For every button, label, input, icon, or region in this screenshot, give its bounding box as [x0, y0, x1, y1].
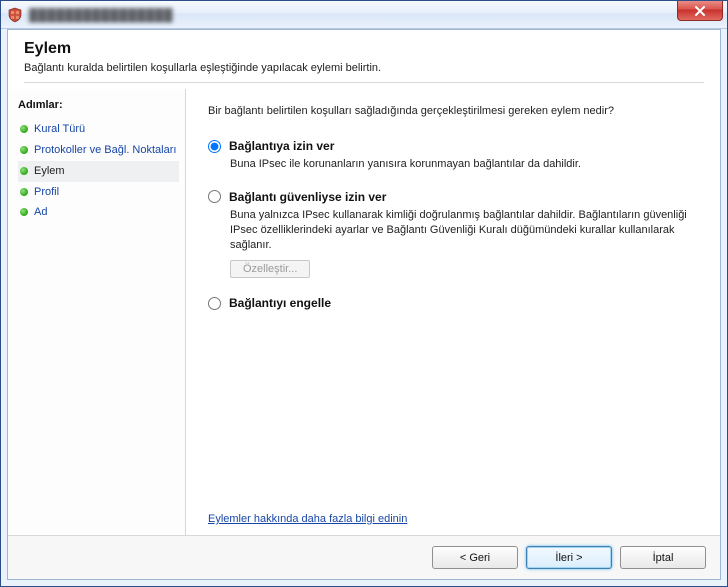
step-protocols-ports[interactable]: Protokoller ve Bağl. Noktaları — [18, 140, 179, 161]
step-name[interactable]: Ad — [18, 202, 179, 223]
steps-sidebar: Adımlar: Kural Türü Protokoller ve Bağl.… — [8, 89, 186, 535]
option-allow-row[interactable]: Bağlantıya izin ver — [208, 139, 698, 153]
step-action: Eylem — [18, 161, 179, 182]
option-block: Bağlantıyı engelle — [208, 296, 698, 310]
main-panel: Bir bağlantı belirtilen koşulları sağlad… — [186, 89, 720, 535]
learn-more-link[interactable]: Eylemler hakkında daha fazla bilgi edini… — [208, 493, 698, 525]
steps-heading: Adımlar: — [18, 99, 179, 111]
step-bullet-icon — [20, 125, 28, 133]
step-bullet-icon — [20, 208, 28, 216]
step-bullet-icon — [20, 188, 28, 196]
radio-allow[interactable] — [208, 140, 221, 153]
app-icon — [7, 7, 23, 23]
question-text: Bir bağlantı belirtilen koşulları sağlad… — [208, 105, 698, 117]
close-button[interactable] — [677, 1, 723, 21]
radio-block[interactable] — [208, 297, 221, 310]
titlebar: ████████████████ — [1, 1, 727, 29]
step-label: Kural Türü — [34, 122, 85, 137]
step-bullet-icon — [20, 167, 28, 175]
page-title: Eylem — [24, 40, 704, 58]
option-allow-title: Bağlantıya izin ver — [229, 139, 334, 153]
wizard-header: Eylem Bağlantı kuralda belirtilen koşull… — [8, 30, 720, 89]
wizard-footer: < Geri İleri > İptal — [8, 535, 720, 579]
option-allow-secure: Bağlantı güvenliyse izin ver Buna yalnız… — [208, 190, 698, 279]
option-block-title: Bağlantıyı engelle — [229, 296, 331, 310]
step-label: Protokoller ve Bağl. Noktaları — [34, 143, 176, 158]
step-profile[interactable]: Profil — [18, 182, 179, 203]
option-allow-secure-row[interactable]: Bağlantı güvenliyse izin ver — [208, 190, 698, 204]
step-label: Ad — [34, 205, 47, 220]
customize-button: Özelleştir... — [230, 260, 310, 278]
option-allow: Bağlantıya izin ver Buna IPsec ile korun… — [208, 139, 698, 172]
close-icon — [694, 6, 706, 16]
option-allow-secure-desc: Buna yalnızca IPsec kullanarak kimliği d… — [230, 208, 698, 253]
step-rule-type[interactable]: Kural Türü — [18, 119, 179, 140]
window-content: Eylem Bağlantı kuralda belirtilen koşull… — [7, 29, 721, 580]
wizard-body: Adımlar: Kural Türü Protokoller ve Bağl.… — [8, 89, 720, 535]
next-button[interactable]: İleri > — [526, 546, 612, 569]
step-bullet-icon — [20, 146, 28, 154]
window-title: ████████████████ — [29, 8, 173, 22]
wizard-window: ████████████████ Eylem Bağlantı kuralda … — [0, 0, 728, 587]
cancel-button[interactable]: İptal — [620, 546, 706, 569]
option-allow-desc: Buna IPsec ile korunanların yanısıra kor… — [230, 157, 698, 172]
step-label: Eylem — [34, 164, 65, 179]
page-subtitle: Bağlantı kuralda belirtilen koşullarla e… — [24, 62, 704, 74]
step-label: Profil — [34, 185, 59, 200]
radio-allow-secure[interactable] — [208, 190, 221, 203]
window-chrome: Eylem Bağlantı kuralda belirtilen koşull… — [1, 29, 727, 586]
option-block-row[interactable]: Bağlantıyı engelle — [208, 296, 698, 310]
back-button[interactable]: < Geri — [432, 546, 518, 569]
header-separator — [24, 82, 704, 83]
option-allow-secure-title: Bağlantı güvenliyse izin ver — [229, 190, 386, 204]
